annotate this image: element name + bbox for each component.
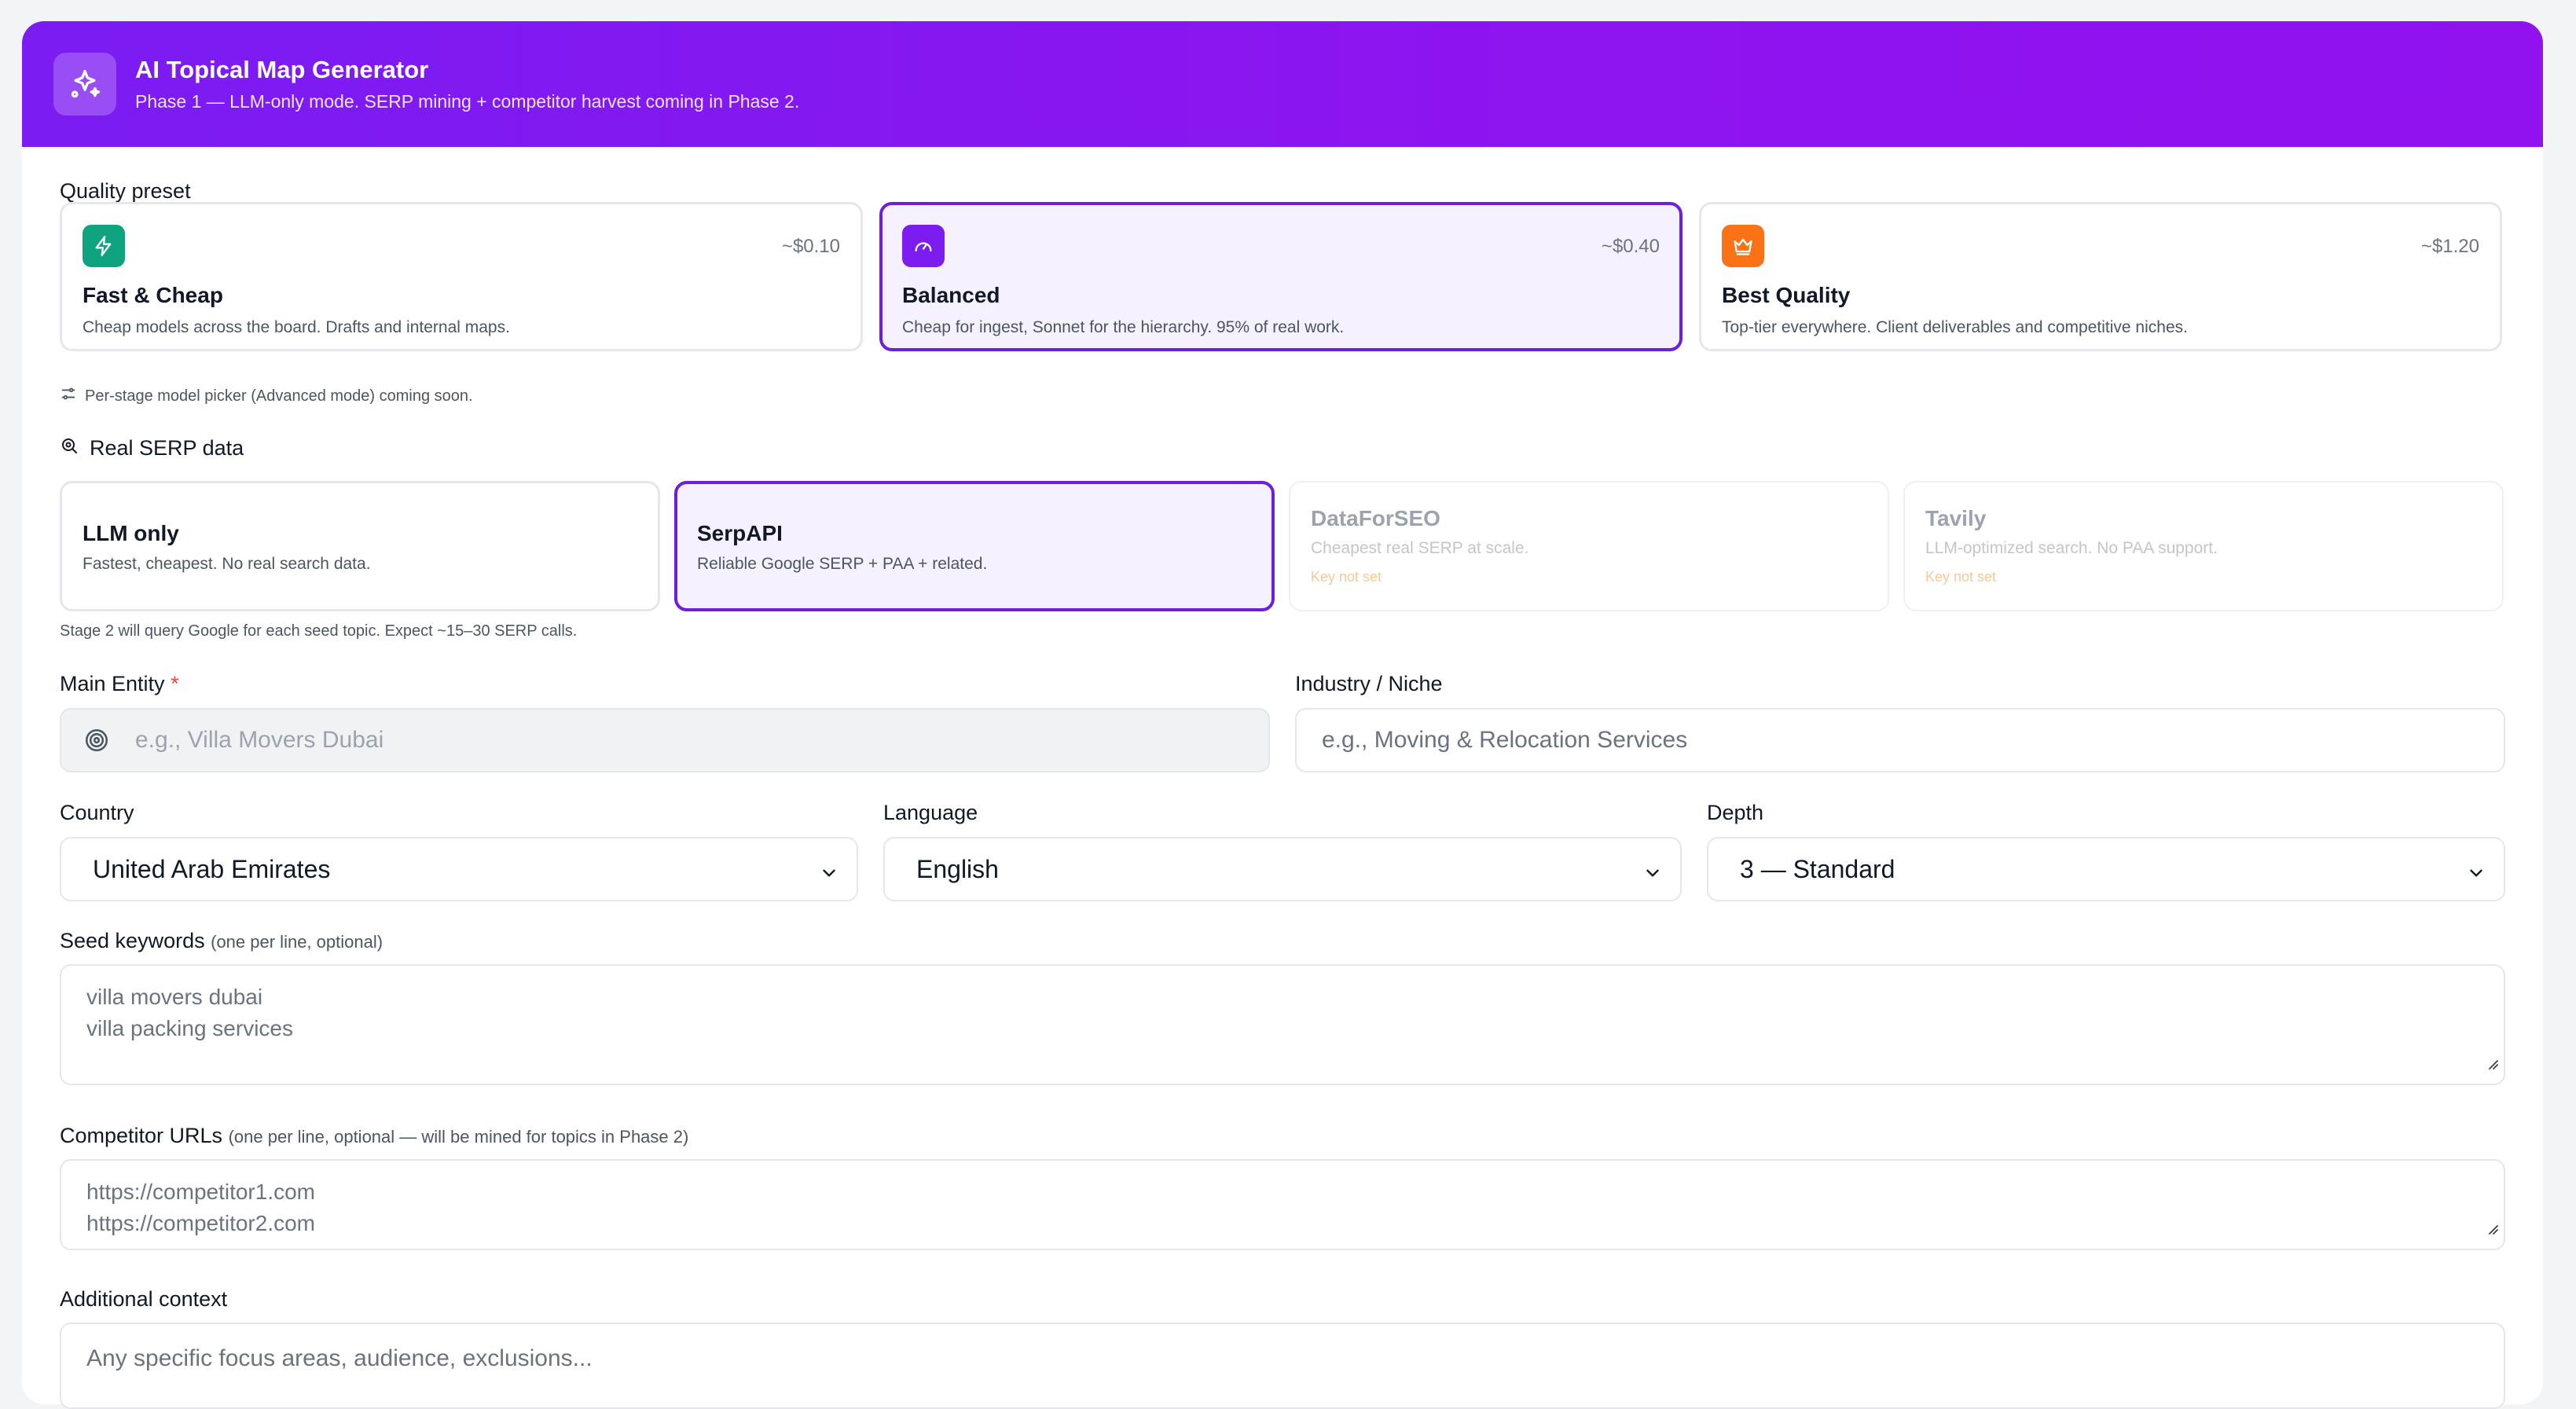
depth-select[interactable]: 3 — Standard	[1707, 837, 2505, 901]
app-title: AI Topical Map Generator	[135, 56, 429, 83]
sparkles-icon	[53, 53, 116, 116]
serp-option-description: LLM-optimized search. No PAA support.	[1925, 539, 2218, 557]
depth-label: Depth	[1707, 801, 1764, 824]
preset-description: Cheap models across the board. Drafts an…	[83, 318, 510, 336]
industry-input[interactable]: e.g., Moving & Relocation Services	[1295, 708, 2505, 772]
country-value: United Arab Emirates	[93, 854, 331, 883]
main-entity-label: Main Entity *	[60, 672, 179, 696]
competitor-urls-textarea[interactable]: https://competitor1.com https://competit…	[60, 1159, 2505, 1250]
industry-label: Industry / Niche	[1295, 672, 1443, 695]
preset-price: ~$0.10	[781, 236, 840, 257]
serp-option-description: Cheapest real SERP at scale.	[1311, 539, 1529, 557]
seed-keyword-line: villa movers dubai	[86, 985, 263, 1009]
preset-title: Best Quality	[1722, 283, 1851, 307]
preset-title: Fast & Cheap	[83, 283, 223, 307]
country-select[interactable]: United Arab Emirates	[60, 837, 858, 901]
search-icon	[60, 436, 79, 460]
main-entity-placeholder: e.g., Villa Movers Dubai	[135, 727, 384, 753]
preset-price: ~$0.40	[1601, 236, 1660, 257]
preset-description: Top-tier everywhere. Client deliverables…	[1722, 318, 2188, 336]
chevron-down-icon	[2466, 860, 2486, 890]
app-subtitle: Phase 1 — LLM-only mode. SERP mining + c…	[135, 91, 800, 112]
additional-context-textarea[interactable]: Any specific focus areas, audience, excl…	[60, 1323, 2505, 1409]
preset-fast-cheap[interactable]: ~$0.10 Fast & Cheap Cheap models across …	[60, 202, 863, 351]
serp-option-llm-only[interactable]: LLM only Fastest, cheapest. No real sear…	[60, 481, 660, 611]
model-picker-note: Per-stage model picker (Advanced mode) c…	[60, 385, 473, 407]
serp-option-serpapi[interactable]: SerpAPI Reliable Google SERP + PAA + rel…	[674, 481, 1275, 611]
seed-keywords-hint: (one per line, optional)	[211, 932, 383, 952]
serp-option-description: Fastest, cheapest. No real search data.	[83, 555, 371, 573]
competitor-url-line: https://competitor2.com	[86, 1211, 316, 1235]
key-not-set-warning: Key not set	[1925, 569, 1997, 585]
competitor-urls-label-text: Competitor URLs	[60, 1124, 223, 1147]
additional-context-label: Additional context	[60, 1287, 228, 1311]
serp-option-title: DataForSEO	[1311, 506, 1440, 530]
quality-preset-label: Quality preset	[60, 179, 191, 203]
header-banner: AI Topical Map Generator Phase 1 — LLM-o…	[22, 21, 2543, 147]
serp-note: Stage 2 will query Google for each seed …	[60, 622, 578, 640]
competitor-urls-label: Competitor URLs (one per line, optional …	[60, 1124, 688, 1148]
resize-handle-icon[interactable]	[2485, 1213, 2499, 1244]
required-asterisk: *	[171, 672, 179, 695]
language-select[interactable]: English	[883, 837, 1682, 901]
seed-keywords-label: Seed keywords (one per line, optional)	[60, 929, 383, 953]
language-value: English	[916, 854, 999, 883]
preset-description: Cheap for ingest, Sonnet for the hierarc…	[902, 318, 1345, 336]
serp-option-title: SerpAPI	[697, 521, 783, 545]
preset-title: Balanced	[902, 283, 1000, 307]
preset-balanced[interactable]: ~$0.40 Balanced Cheap for ingest, Sonnet…	[879, 202, 1682, 351]
seed-keywords-label-text: Seed keywords	[60, 929, 205, 952]
competitor-url-line: https://competitor1.com	[86, 1180, 316, 1204]
serp-option-dataforseo[interactable]: DataForSEO Cheapest real SERP at scale. …	[1289, 481, 1889, 611]
serp-section-title: Real SERP data	[90, 436, 244, 460]
model-picker-note-text: Per-stage model picker (Advanced mode) c…	[85, 387, 473, 405]
seed-keyword-line: villa packing services	[86, 1016, 293, 1040]
preset-price: ~$1.20	[2420, 236, 2479, 257]
competitor-urls-hint: (one per line, optional — will be mined …	[228, 1127, 689, 1147]
key-not-set-warning: Key not set	[1311, 569, 1382, 585]
depth-value: 3 — Standard	[1740, 854, 1895, 883]
language-label: Language	[883, 801, 978, 824]
lightning-icon	[83, 225, 125, 267]
chevron-down-icon	[1642, 860, 1663, 890]
main-entity-label-text: Main Entity	[60, 672, 165, 695]
serp-section-label: Real SERP data	[60, 436, 244, 460]
serp-option-tavily[interactable]: Tavily LLM-optimized search. No PAA supp…	[1903, 481, 2504, 611]
country-label: Country	[60, 801, 134, 824]
seed-keywords-textarea[interactable]: villa movers dubai villa packing service…	[60, 964, 2505, 1085]
serp-option-title: LLM only	[83, 521, 179, 545]
serp-option-description: Reliable Google SERP + PAA + related.	[697, 555, 988, 573]
resize-handle-icon[interactable]	[2485, 1048, 2499, 1079]
crown-icon	[1722, 225, 1764, 267]
sliders-icon	[60, 385, 77, 407]
chevron-down-icon	[819, 860, 839, 890]
additional-context-placeholder: Any specific focus areas, audience, excl…	[86, 1345, 593, 1371]
serp-option-title: Tavily	[1925, 506, 1987, 530]
preset-best-quality[interactable]: ~$1.20 Best Quality Top-tier everywhere.…	[1699, 202, 2502, 351]
gauge-icon	[902, 225, 945, 267]
industry-placeholder: e.g., Moving & Relocation Services	[1322, 727, 1688, 753]
main-entity-input[interactable]: e.g., Villa Movers Dubai	[60, 708, 1270, 772]
target-icon	[83, 727, 110, 754]
